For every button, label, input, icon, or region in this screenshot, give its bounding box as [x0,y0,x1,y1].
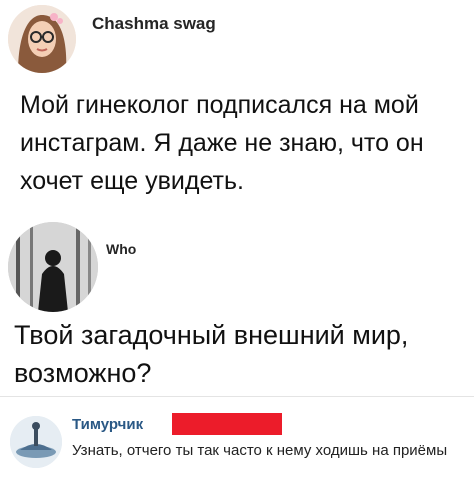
user-photo-icon [10,416,62,468]
comment-text: Узнать, отчего ты так часто к нему ходиш… [72,442,448,459]
avatar[interactable] [10,416,62,468]
username[interactable]: Chashma swag [92,14,216,34]
avatar[interactable] [8,5,76,73]
username[interactable]: Who [106,241,136,257]
post-text: Мой гинеколог подписался на мой инстагра… [20,91,424,195]
avatar[interactable] [8,222,98,312]
comment: Тимурчик Узнать, отчего ты так часто к н… [0,398,474,500]
user-photo-icon [8,222,98,312]
user-photo-icon [8,5,76,73]
redaction-bar [172,413,282,435]
post-text: Твой загадочный внешний мир, возможно? [14,320,409,388]
divider [0,396,474,397]
post-who: Who Твой загадочный внешний мир, возможн… [0,212,474,390]
post-chashma: Chashma swag Мой гинеколог подписался на… [0,0,474,210]
comment-author[interactable]: Тимурчик [72,416,143,433]
